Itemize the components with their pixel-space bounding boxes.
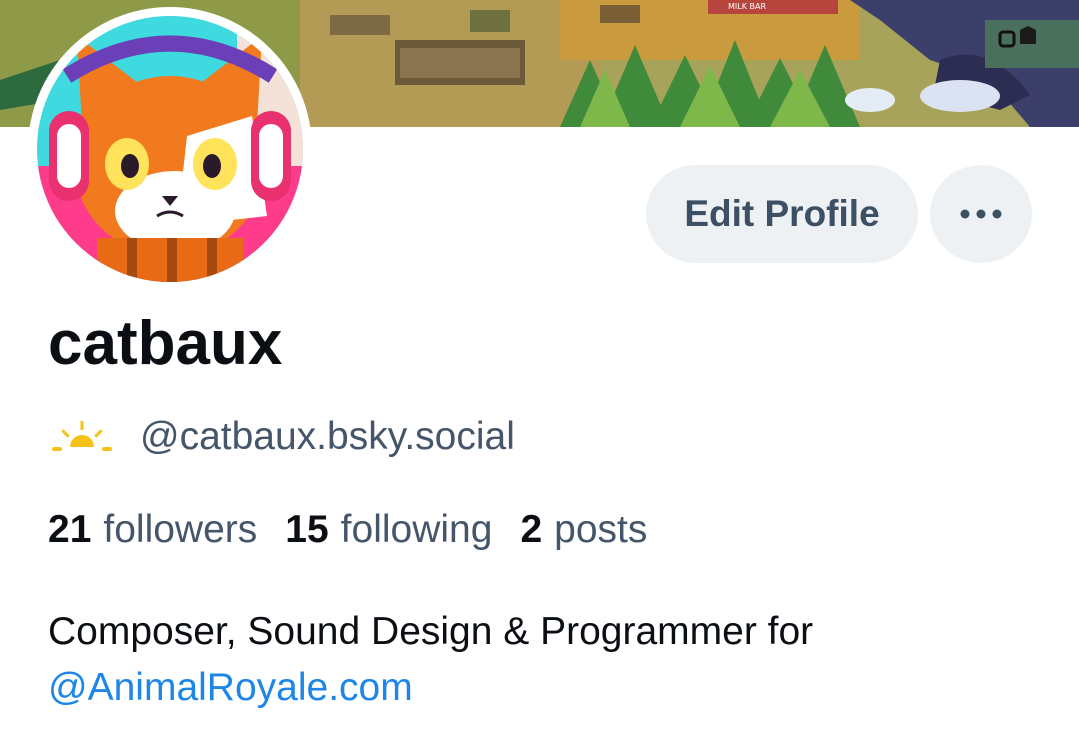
banner-sign-text: MILK BAR — [728, 2, 766, 11]
profile-avatar[interactable] — [28, 7, 312, 291]
profile-display-name: catbaux — [48, 309, 283, 378]
followers-stat[interactable]: 21 followers — [48, 508, 257, 552]
ellipsis-icon — [960, 209, 1002, 219]
avatar-image — [37, 16, 303, 282]
more-options-button[interactable] — [930, 165, 1032, 263]
bio-text: Composer, Sound Design & Programmer for — [48, 610, 814, 653]
profile-handle-row: @catbaux.bsky.social — [50, 412, 515, 462]
followers-count: 21 — [48, 508, 92, 551]
profile-handle[interactable]: @catbaux.bsky.social — [140, 415, 515, 459]
edit-profile-button[interactable]: Edit Profile — [646, 165, 918, 263]
profile-bio: Composer, Sound Design & Programmer for … — [48, 604, 1048, 716]
following-stat[interactable]: 15 following — [285, 508, 492, 552]
following-label: following — [340, 508, 493, 551]
followers-label: followers — [103, 508, 258, 551]
posts-stat: 2 posts — [520, 508, 647, 552]
posts-count: 2 — [520, 508, 543, 551]
following-count: 15 — [285, 508, 329, 551]
sunrise-icon — [52, 421, 112, 451]
posts-label: posts — [554, 508, 648, 551]
bio-link[interactable]: @AnimalRoyale.com — [48, 660, 1048, 716]
profile-stats: 21 followers 15 following 2 posts — [48, 508, 675, 552]
